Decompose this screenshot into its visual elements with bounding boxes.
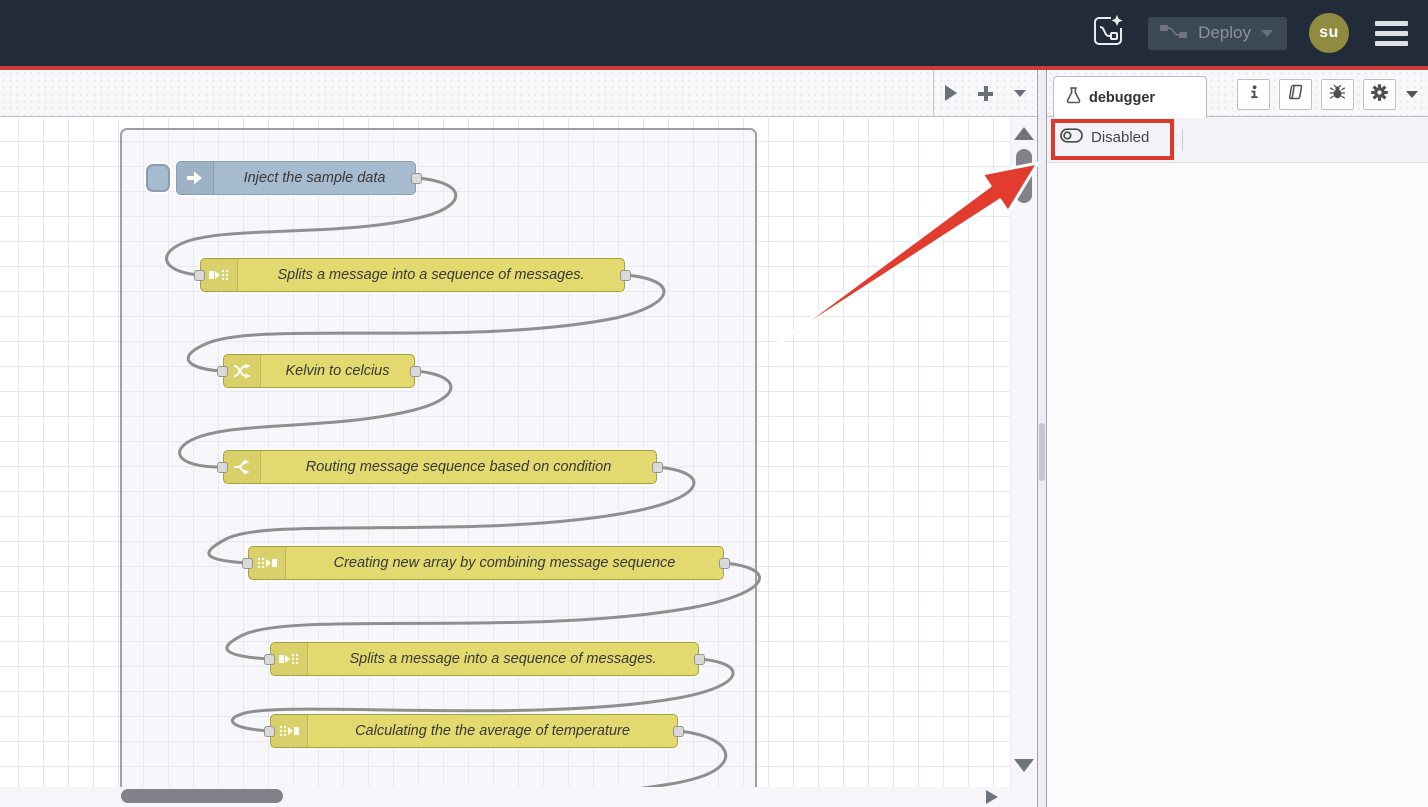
node-join-2[interactable]: Calculating the the average of temperatu… bbox=[270, 714, 678, 748]
header-actions: Deploy su bbox=[1090, 0, 1412, 66]
sidebar-tabbar: debugger bbox=[1047, 70, 1428, 117]
input-port[interactable] bbox=[264, 654, 275, 665]
input-port[interactable] bbox=[217, 462, 228, 473]
info-icon bbox=[1246, 84, 1262, 105]
scroll-right-icon[interactable] bbox=[945, 85, 957, 101]
split-icon bbox=[201, 259, 238, 291]
vertical-scroll-strip[interactable] bbox=[1010, 118, 1037, 787]
node-label: Creating new array by combining message … bbox=[286, 547, 723, 579]
user-avatar[interactable]: su bbox=[1309, 13, 1349, 53]
horizontal-scroll-strip[interactable] bbox=[0, 787, 1037, 807]
node-label: Routing message sequence based on condit… bbox=[261, 451, 656, 483]
scroll-right-end-icon[interactable] bbox=[986, 790, 998, 804]
sidebar-toolbar-buttons bbox=[1237, 79, 1396, 110]
bug-icon bbox=[1329, 84, 1346, 105]
deploy-button[interactable]: Deploy bbox=[1148, 17, 1287, 50]
vertical-scrollbar-thumb[interactable] bbox=[1016, 149, 1032, 203]
tab-debugger[interactable]: debugger bbox=[1053, 76, 1207, 118]
node-join-1[interactable]: Creating new array by combining message … bbox=[248, 546, 724, 580]
workspace-tab-controls bbox=[933, 70, 1037, 116]
node-red-app: Deploy su bbox=[0, 0, 1428, 807]
node-inject[interactable]: Inject the sample data bbox=[176, 161, 416, 195]
output-port[interactable] bbox=[411, 173, 422, 184]
split-icon bbox=[271, 643, 308, 675]
tab-debugger-label: debugger bbox=[1089, 90, 1155, 106]
debug-sidebar-toolbar: Disabled bbox=[1047, 117, 1428, 163]
node-label: Kelvin to celcius bbox=[261, 355, 414, 387]
output-port[interactable] bbox=[652, 462, 663, 473]
library-button[interactable] bbox=[1279, 79, 1312, 110]
settings-button[interactable] bbox=[1363, 79, 1396, 110]
fork-icon bbox=[224, 451, 261, 483]
input-port[interactable] bbox=[242, 558, 253, 569]
flask-icon bbox=[1066, 87, 1081, 109]
book-icon bbox=[1287, 84, 1304, 105]
node-label: Inject the sample data bbox=[214, 162, 415, 194]
add-flow-icon[interactable] bbox=[978, 86, 993, 101]
debug-messages-panel bbox=[1047, 163, 1428, 807]
debug-button[interactable] bbox=[1321, 79, 1354, 110]
node-label: Splits a message into a sequence of mess… bbox=[308, 643, 698, 675]
toolbar-separator bbox=[1182, 129, 1183, 151]
header-accent-line bbox=[0, 66, 1428, 70]
disabled-toggle-button[interactable]: Disabled bbox=[1060, 128, 1149, 147]
chevron-down-icon[interactable] bbox=[1406, 91, 1418, 98]
header-bar: Deploy su bbox=[0, 0, 1428, 66]
node-switch[interactable]: Routing message sequence based on condit… bbox=[223, 450, 657, 484]
node-change[interactable]: Kelvin to celcius bbox=[223, 354, 415, 388]
horizontal-scrollbar-thumb[interactable] bbox=[121, 789, 283, 803]
join-icon bbox=[271, 715, 308, 747]
toggle-off-icon bbox=[1060, 128, 1083, 147]
sidebar: debugger Disabled bbox=[1047, 70, 1428, 807]
inject-arrow-icon bbox=[177, 162, 214, 194]
info-button[interactable] bbox=[1237, 79, 1270, 110]
scroll-up-icon[interactable] bbox=[1014, 127, 1034, 140]
output-port[interactable] bbox=[410, 366, 421, 377]
shuffle-icon bbox=[224, 355, 261, 387]
flow-ai-button[interactable] bbox=[1090, 15, 1126, 51]
sidebar-splitter[interactable] bbox=[1037, 70, 1047, 807]
node-split-2[interactable]: Splits a message into a sequence of mess… bbox=[270, 642, 699, 676]
node-label: Splits a message into a sequence of mess… bbox=[238, 259, 624, 291]
output-port[interactable] bbox=[620, 270, 631, 281]
input-port[interactable] bbox=[264, 726, 275, 737]
deploy-nodes-icon bbox=[1160, 22, 1188, 45]
flow-ai-icon bbox=[1090, 13, 1126, 54]
scroll-down-icon[interactable] bbox=[1014, 759, 1034, 772]
deploy-caret-icon[interactable] bbox=[1261, 30, 1273, 37]
output-port[interactable] bbox=[719, 558, 730, 569]
menu-icon bbox=[1375, 21, 1408, 26]
join-icon bbox=[249, 547, 286, 579]
menu-button[interactable] bbox=[1371, 17, 1412, 50]
output-port[interactable] bbox=[673, 726, 684, 737]
flow-list-icon[interactable] bbox=[1014, 90, 1026, 97]
input-port[interactable] bbox=[194, 270, 205, 281]
input-port[interactable] bbox=[217, 366, 228, 377]
inject-trigger-button[interactable] bbox=[146, 164, 170, 192]
workspace-tabbar bbox=[0, 70, 1037, 117]
disabled-label: Disabled bbox=[1091, 129, 1149, 146]
splitter-handle[interactable] bbox=[1039, 423, 1045, 481]
node-label: Calculating the the average of temperatu… bbox=[308, 715, 677, 747]
gear-icon bbox=[1371, 84, 1388, 106]
output-port[interactable] bbox=[694, 654, 705, 665]
node-split-1[interactable]: Splits a message into a sequence of mess… bbox=[200, 258, 625, 292]
deploy-label: Deploy bbox=[1198, 23, 1251, 43]
